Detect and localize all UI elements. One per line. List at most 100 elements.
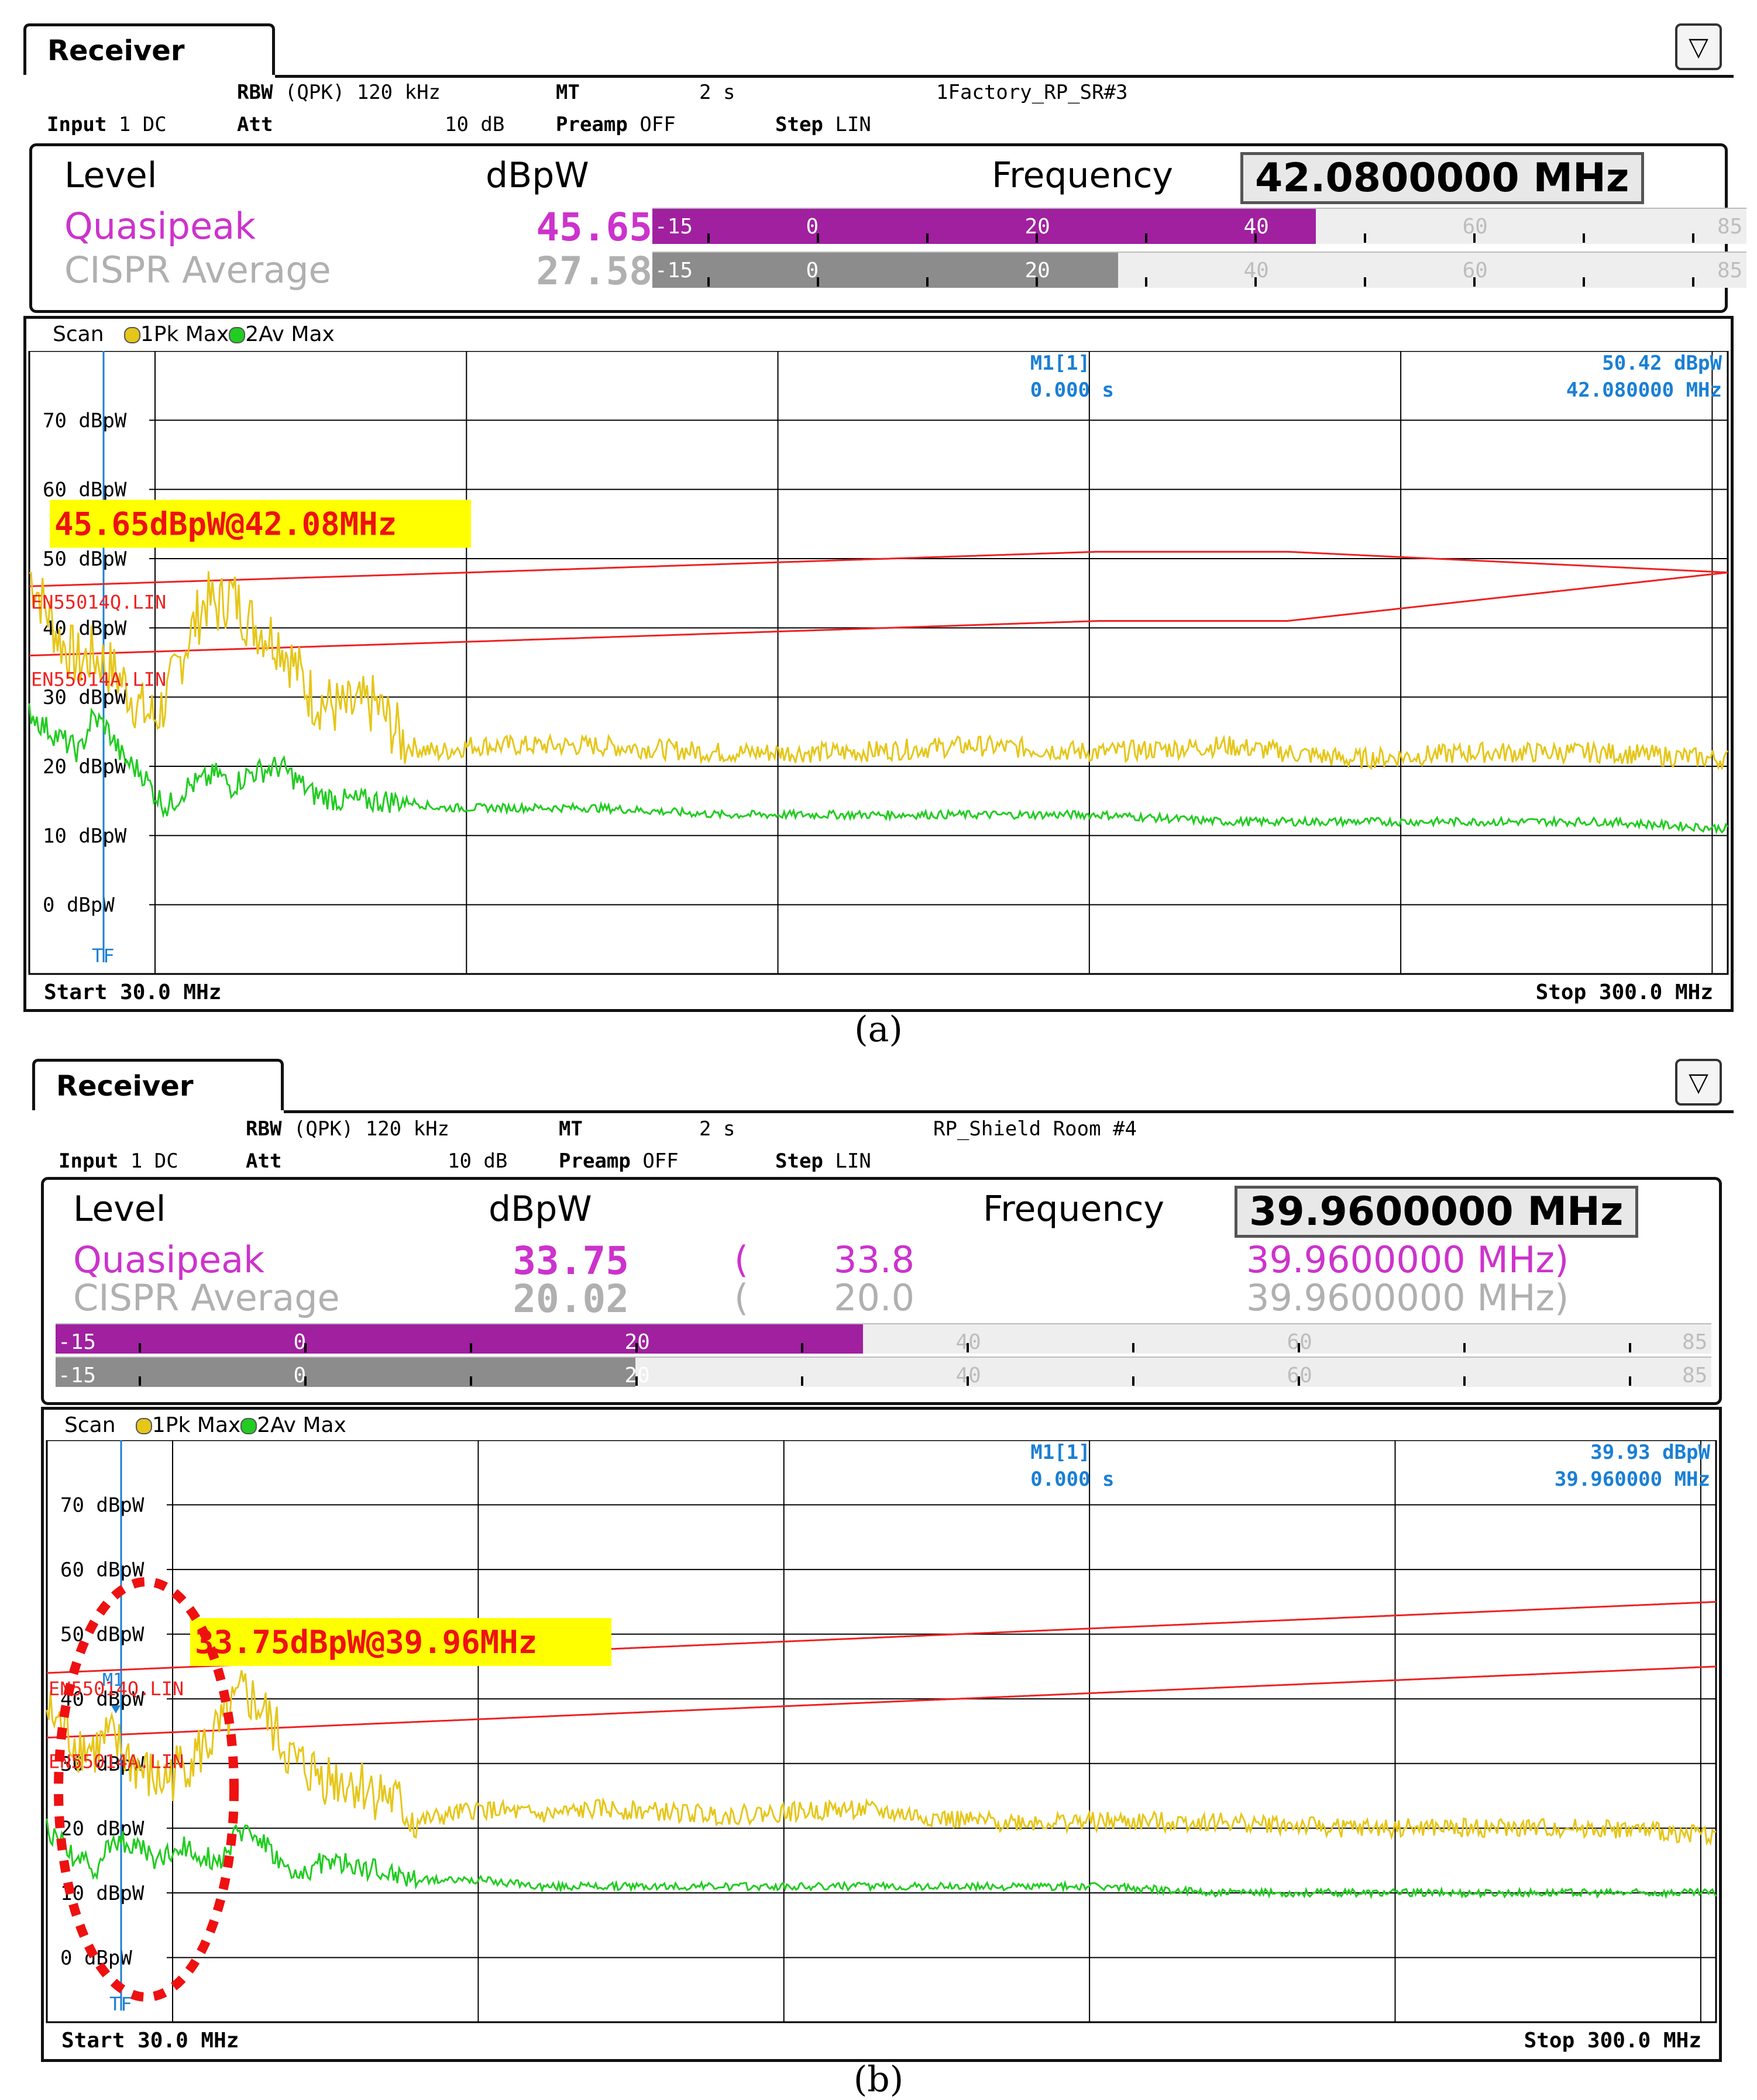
mt-value: 2 s — [699, 81, 735, 104]
setup-name: RP_Shield Room #4 — [933, 1117, 1137, 1141]
bar-tick-mark — [1035, 233, 1038, 243]
bar-tick-mark — [1473, 277, 1476, 287]
bar-tick-mark — [635, 1343, 638, 1352]
scan-label: Scan — [53, 322, 104, 346]
limit-line-average — [46, 1665, 1717, 1739]
bar-tick-mark — [966, 1343, 969, 1352]
scan-chart: 70 dBpW60 dBpW50 dBpW40 dBpW30 dBpW20 dB… — [46, 1440, 1717, 2053]
legend-avg: 2Av Max — [245, 322, 335, 346]
level-display: Level dBpW Frequency 39.9600000 MHz Quas… — [41, 1177, 1722, 1405]
unit-label: dBpW — [489, 1189, 592, 1230]
scan-legend: Scan 1Pk Max 2Av Max — [64, 1413, 346, 1437]
bar-tick-mark — [1582, 233, 1585, 243]
bar-tick-label: 85 — [1717, 215, 1743, 239]
level-label: Level — [73, 1189, 166, 1230]
bar-tick-mark — [707, 233, 710, 243]
frequency-label: Frequency — [992, 155, 1173, 196]
tab-divider — [284, 1110, 1734, 1113]
bar-tick-mark — [1144, 277, 1147, 287]
frequency-label: Frequency — [983, 1189, 1164, 1230]
y-tick-label: 20 dBpW — [60, 1817, 145, 1840]
y-tick-label: 60 dBpW — [43, 478, 127, 502]
scan-legend: Scan 1Pk Max 2Av Max — [53, 322, 335, 346]
stop-frequency: Stop 300.0 MHz — [1536, 980, 1713, 1004]
scan-label: Scan — [64, 1413, 116, 1437]
cispr-average-paren: ( — [734, 1276, 749, 1319]
display-menu-button[interactable]: ▽ — [1675, 23, 1722, 70]
bar-tick-mark — [1691, 233, 1694, 243]
limit-a-label: EN55014A.LIN — [49, 1751, 184, 1773]
quasipeak-paren: ( — [734, 1238, 749, 1281]
y-tick-label: 70 dBpW — [43, 409, 127, 432]
bar-tick-mark — [635, 1376, 638, 1386]
quasipeak-bargraph: -15 0 20 40 60 85 — [56, 1323, 1711, 1354]
cispr-average-max-freq: 39.9600000 MHz) — [1246, 1276, 1569, 1319]
bar-tick-label: 85 — [1682, 1364, 1708, 1388]
bar-tick-mark — [304, 1376, 307, 1386]
tab-bar: Receiver ▽ — [23, 1059, 1734, 1114]
y-tick-label: 50 dBpW — [43, 548, 127, 571]
y-tick-label: 10 dBpW — [43, 824, 127, 848]
bar-tick-mark — [816, 233, 819, 243]
bar-tick-mark — [1254, 277, 1257, 287]
step-info: Step LIN — [775, 113, 871, 136]
bar-tick-mark — [926, 233, 929, 243]
bar-tick-mark — [1363, 277, 1366, 287]
tab-bar: Receiver ▽ — [23, 23, 1734, 79]
bar-tick-mark — [469, 1343, 472, 1352]
bar-tick-mark — [1132, 1376, 1134, 1386]
y-tick-label: 70 dBpW — [60, 1494, 145, 1517]
marker-frequency: 42.080000 MHz — [1566, 378, 1722, 402]
bar-tick-mark — [800, 1376, 803, 1386]
preamp-info: Preamp OFF — [559, 1149, 679, 1173]
avg-trace-dot-icon — [240, 1418, 257, 1434]
receiver-panel-a: Receiver ▽ RBW (QPK) 120 kHz MT 2 s 1Fac… — [0, 0, 1757, 1050]
cispr-average-label: CISPR Average — [73, 1276, 340, 1319]
average-trace — [28, 703, 1729, 835]
bar-tick-label: 85 — [1717, 259, 1743, 283]
bar-tick-mark — [816, 277, 819, 287]
stop-frequency: Stop 300.0 MHz — [1524, 2029, 1701, 2053]
limit-line-average — [29, 572, 1728, 657]
scan-chart: 70 dBpW60 dBpW50 dBpW40 dBpW30 dBpW20 dB… — [28, 351, 1729, 1004]
bar-tick-label: -15 — [58, 1330, 97, 1354]
quasipeak-value: 45.65 — [536, 205, 652, 250]
bar-tick-mark — [1582, 277, 1585, 287]
marker-name: M1[1] — [1030, 1441, 1090, 1464]
tab-receiver[interactable]: Receiver — [23, 23, 275, 75]
peak-trace-dot-icon — [135, 1418, 152, 1434]
frequency-value: 42.0800000 MHz — [1240, 152, 1644, 204]
tab-receiver[interactable]: Receiver — [32, 1059, 284, 1110]
start-frequency: Start 30.0 MHz — [61, 2029, 239, 2053]
att-value: 10 dB — [445, 113, 505, 136]
bar-tick-mark — [926, 277, 929, 287]
y-tick-label: 20 dBpW — [43, 755, 127, 779]
tab-divider — [275, 75, 1734, 78]
bar-tick-label: 85 — [1682, 1330, 1708, 1354]
receiver-panel-b: Receiver ▽ RBW (QPK) 120 kHz MT 2 s RP_S… — [0, 1041, 1757, 2100]
marker-time: 0.000 s — [1030, 1468, 1114, 1491]
start-frequency: Start 30.0 MHz — [44, 980, 221, 1004]
marker-level: 39.93 dBpW — [1590, 1441, 1710, 1464]
limit-a-label: EN55014A.LIN — [31, 669, 166, 691]
bar-tick-mark — [1463, 1343, 1466, 1352]
frequency-value: 39.9600000 MHz — [1235, 1186, 1638, 1238]
display-menu-button[interactable]: ▽ — [1675, 1059, 1722, 1106]
avg-trace-dot-icon — [229, 327, 246, 343]
bar-tick-mark — [800, 1343, 803, 1352]
level-label: Level — [64, 155, 157, 196]
mt-info: MT — [556, 81, 580, 104]
bar-tick-mark — [138, 1376, 141, 1386]
bar-tick-mark — [1628, 1343, 1631, 1352]
bar-tick-mark — [966, 1376, 969, 1386]
cispr-average-bargraph: -15 0 20 40 60 85 — [56, 1357, 1711, 1388]
legend-peak: 1Pk Max — [152, 1413, 241, 1437]
bar-tick-mark — [469, 1376, 472, 1386]
quasipeak-bargraph: -15 0 20 40 60 85 — [652, 208, 1746, 244]
unit-label: dBpW — [486, 155, 589, 196]
bar-tick-mark — [1254, 233, 1257, 243]
marker-level: 50.42 dBpW — [1602, 352, 1722, 375]
bar-tick-mark — [1363, 233, 1366, 243]
legend-peak: 1Pk Max — [140, 322, 229, 346]
marker-name: M1[1] — [1030, 352, 1090, 375]
